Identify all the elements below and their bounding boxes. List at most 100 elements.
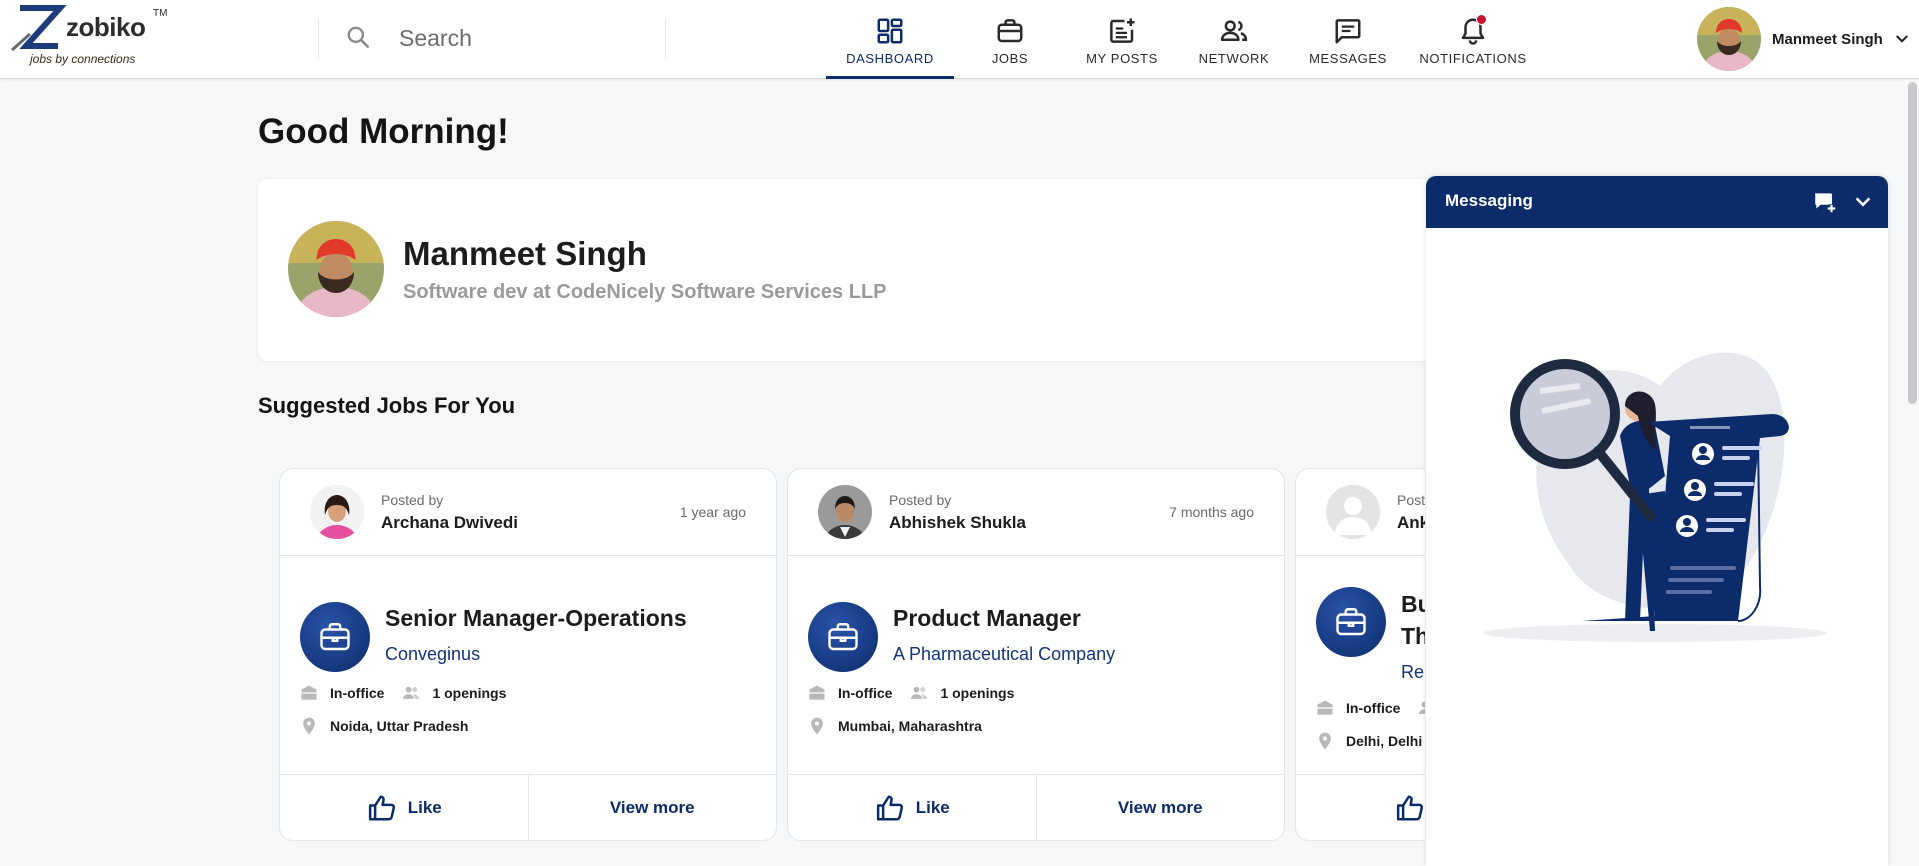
thumbs-up-icon [368,795,395,820]
search-bar [318,18,666,60]
briefcase-icon [997,19,1023,43]
like-button[interactable]: Like [788,775,1036,840]
posted-by-label: Posted by [381,492,444,508]
people-icon [1220,20,1248,41]
location-pin-icon [303,717,315,735]
nav-label-network: NETWORK [1198,51,1270,66]
message-icon [1335,19,1361,44]
thumbs-up-icon [1397,795,1424,820]
job-title-line-2[interactable]: Th [1401,623,1425,650]
company-logo [808,602,878,672]
page-scrollbar-thumb[interactable] [1908,82,1917,404]
briefcase-icon [320,623,350,651]
search-people-illustration [1483,352,1827,642]
job-title[interactable]: Senior Manager-Operations [385,605,687,632]
briefcase-icon [1336,608,1366,636]
openings-count: 1 openings [432,685,507,701]
like-label: Like [407,797,442,817]
company-logo [300,602,370,672]
nav-network[interactable]: NETWORK [1178,0,1290,79]
nav-label-my-posts: MY POSTS [1086,51,1158,66]
view-more-label: View more [1117,797,1203,817]
poster-avatar[interactable] [1326,485,1380,539]
nav-dashboard[interactable]: DASHBOARD [826,0,954,79]
nav-messages[interactable]: MESSAGES [1290,0,1406,79]
zobiko-logo[interactable]: zobiko TM jobs by connections [8,4,183,68]
nav-my-posts[interactable]: MY POSTS [1066,0,1178,79]
job-location: Mumbai, Maharashtra [806,715,982,737]
profile-avatar[interactable] [288,221,384,317]
job-card[interactable]: Posted by Abhishek Shukla 7 months ago P… [787,468,1285,841]
view-more-button[interactable]: View more [527,775,777,840]
nav-notifications[interactable]: NOTIFICATIONS [1406,0,1540,79]
profile-name: Manmeet Singh [1772,30,1883,48]
company-name[interactable]: A Pharmaceutical Company [893,644,1115,665]
company-name[interactable]: Conveginus [385,644,480,665]
job-meta: In-office 1 openings [806,682,1014,704]
nav-label-messages: MESSAGES [1309,51,1387,66]
chevron-down-icon [1895,35,1908,43]
location-text: Noida, Uttar Pradesh [330,718,469,734]
job-card-header: Posted by Abhishek Shukla 7 months ago [788,469,1284,556]
top-navbar: zobiko TM jobs by connections DASHBOARD [0,0,1919,79]
job-card-header: Posted by Archana Dwivedi 1 year ago [280,469,776,556]
job-location: Noida, Uttar Pradesh [298,715,468,737]
job-card-actions: L [1296,774,1425,840]
logo-tagline: jobs by connections [30,52,136,66]
job-meta: In-office [1314,697,1425,719]
new-chat-icon[interactable] [1812,189,1838,215]
job-card-actions: Like View more [788,774,1284,840]
nav-label-notifications: NOTIFICATIONS [1419,51,1527,66]
job-title[interactable]: Bu [1401,591,1425,618]
briefcase-icon [828,623,858,651]
poster-name[interactable]: Abhishek Shukla [889,513,1026,533]
work-mode: In-office [1346,700,1401,716]
chevron-down-icon[interactable] [1852,191,1874,213]
nav-jobs[interactable]: JOBS [954,0,1066,79]
profile-menu[interactable]: Manmeet Singh [1697,7,1911,71]
view-more-label: View more [609,797,695,817]
notification-badge-dot [1476,14,1487,25]
profile-card: Manmeet Singh Software dev at CodeNicely… [258,179,1548,361]
like-button[interactable]: Like [280,775,528,840]
thumbs-up-icon [876,795,903,820]
job-card-header: Poste Ank [1296,469,1425,556]
location-text: Delhi, Delhi [1346,733,1423,749]
location-pin-icon [1319,732,1331,750]
work-mode: In-office [330,685,385,701]
people-icon [1419,701,1425,714]
job-meta: In-office 1 openings [298,682,506,704]
logo-wordmark: zobiko [66,12,146,42]
company-logo [1316,587,1386,657]
poster-name[interactable]: Archana Dwivedi [381,513,518,533]
job-card[interactable]: Posted by Archana Dwivedi 1 year ago Sen… [279,468,777,841]
job-title[interactable]: Product Manager [893,605,1081,632]
view-more-button[interactable]: View more [1035,775,1285,840]
suggested-jobs-heading: Suggested Jobs For You [258,393,516,418]
job-card-actions: Like View more [280,774,776,840]
greeting-heading: Good Morning! [258,112,509,151]
job-card[interactable]: Poste Ank Bu Th Rep In-office [1295,468,1425,841]
messaging-header[interactable]: Messaging [1426,176,1888,228]
poster-avatar[interactable] [818,485,872,539]
profile-card-role: Software dev at CodeNicely Software Serv… [403,281,887,303]
location-text: Mumbai, Maharashtra [838,718,982,734]
messaging-panel: Messaging [1426,176,1888,866]
poster-avatar[interactable] [310,485,364,539]
suggested-jobs-carousel: Posted by Archana Dwivedi 1 year ago Sen… [279,468,1425,841]
posted-by-label: Poste [1397,492,1425,508]
job-location: Delhi, Delhi [1314,730,1422,752]
logo-z-mark [11,5,67,52]
poster-name[interactable]: Ank [1397,513,1425,533]
openings-count: 1 openings [940,685,1015,701]
building-icon [301,685,317,700]
posted-time: 7 months ago [1169,504,1254,520]
posted-by-label: Posted by [889,492,952,508]
search-input[interactable] [399,22,649,54]
search-icon[interactable] [345,24,371,50]
work-mode: In-office [838,685,893,701]
people-icon [911,686,928,699]
company-name[interactable]: Rep [1401,662,1425,683]
like-button[interactable]: L [1296,775,1425,840]
user-avatar [1697,7,1761,71]
